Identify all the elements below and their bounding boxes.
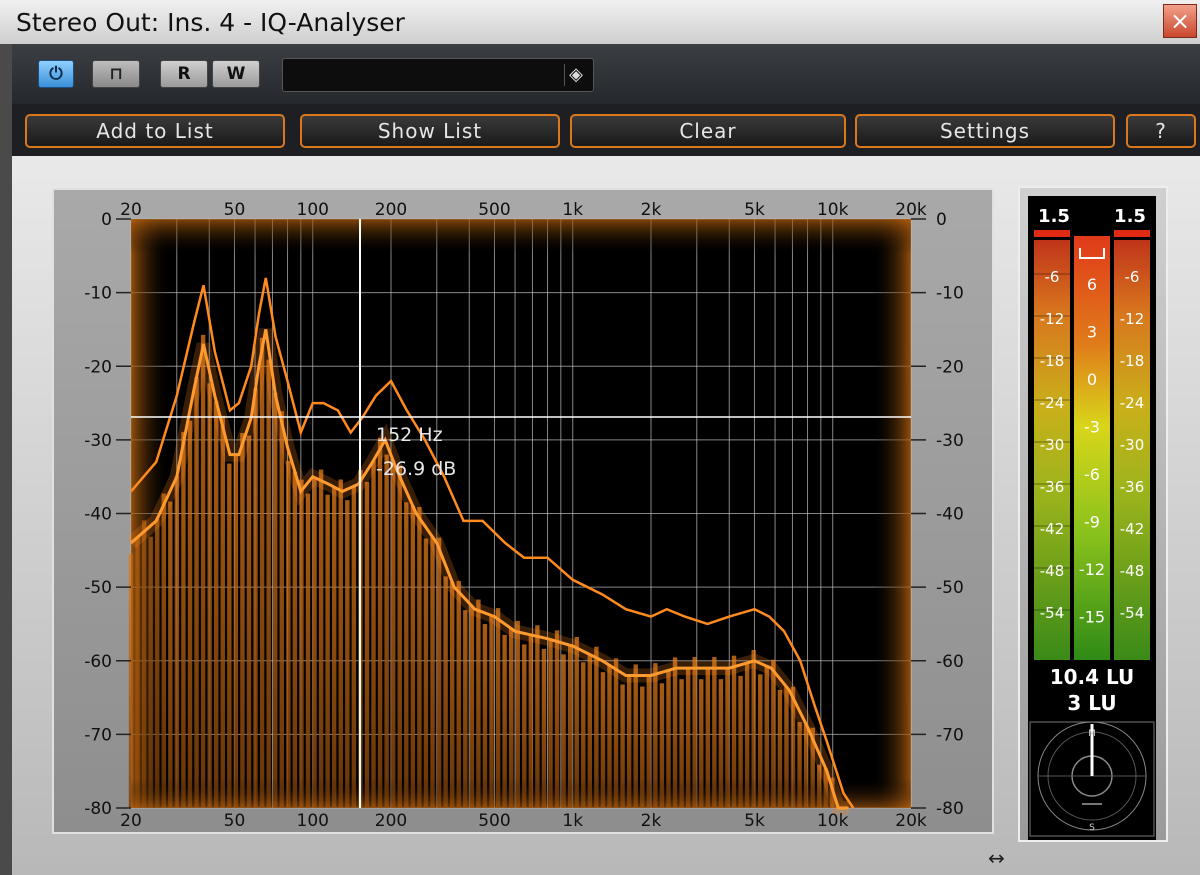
meter-scale-right: -48 (1120, 562, 1145, 580)
loudness-integrated: 3 LU (1067, 691, 1116, 715)
meter-scale-left: -18 (1040, 352, 1065, 370)
freq-tick-top: 500 (478, 200, 510, 220)
meter-scale-center: -6 (1084, 465, 1100, 484)
freq-tick-top: 2k (641, 200, 662, 220)
meter-scale-right: -18 (1120, 352, 1145, 370)
meter-scale-left: -24 (1040, 394, 1065, 412)
freq-tick-bottom: 200 (375, 811, 407, 831)
cursor-freq-label: 152 Hz (376, 424, 443, 446)
db-tick-left: -70 (84, 725, 112, 745)
db-tick-right: -60 (936, 652, 964, 672)
db-tick-left: -30 (84, 431, 112, 451)
gonio-label-bottom: S (1089, 823, 1095, 833)
freq-tick-bottom: 5k (744, 811, 765, 831)
clear-button[interactable]: Clear (570, 114, 846, 148)
db-tick-left: 0 (101, 210, 112, 230)
freq-tick-bottom: 2k (641, 811, 662, 831)
meter-scale-center: -3 (1084, 418, 1100, 437)
meter-scale-right: -36 (1120, 478, 1145, 496)
meter-scale-right: -24 (1120, 394, 1145, 412)
gonio-label-top: M (1088, 729, 1096, 739)
db-tick-right: -80 (936, 799, 964, 819)
meter-scale-left: -6 (1045, 268, 1060, 286)
db-tick-right: -20 (936, 357, 964, 377)
cursor-level-label: -26.9 dB (376, 458, 456, 480)
freq-tick-bottom: 1k (562, 811, 583, 831)
meter-scale-right: -12 (1120, 310, 1145, 328)
power-button[interactable]: ⏻ (38, 60, 74, 88)
freq-tick-top: 20 (120, 200, 142, 220)
spectrum-display[interactable]: 152 Hz -26.9 dB 20 20 50 50 100 100 200 200 500 50… (54, 190, 992, 832)
show-list-button[interactable]: Show List (300, 114, 560, 148)
db-tick-right: -50 (936, 578, 964, 598)
meter-scale-right: -6 (1125, 268, 1140, 286)
freq-tick-bottom: 20k (895, 811, 927, 831)
read-automation-button[interactable]: R (160, 60, 208, 88)
freq-tick-top: 20k (895, 200, 927, 220)
freq-tick-bottom: 500 (478, 811, 510, 831)
window-title: Stereo Out: Ins. 4 - IQ-Analyser (16, 8, 405, 37)
clip-led-right (1114, 230, 1150, 237)
freq-tick-bottom: 50 (224, 811, 246, 831)
meter-bar-center (1074, 236, 1110, 660)
db-tick-left: -20 (84, 357, 112, 377)
loudness-meter: 1.5 1.5 -6 -6-12 -12-18 -18-24 -24-30 -30-36-… (1028, 196, 1156, 840)
freq-tick-bottom: 10k (817, 811, 849, 831)
db-tick-left: -60 (84, 652, 112, 672)
plugin-toolbar: ⏻ ⊓ R W ◈ (12, 44, 1200, 104)
freq-tick-top: 5k (744, 200, 765, 220)
bypass-button[interactable]: ⊓ (92, 60, 140, 88)
freq-tick-top: 50 (224, 200, 246, 220)
meter-scale-center: -15 (1079, 608, 1105, 627)
freq-tick-top: 100 (297, 200, 329, 220)
db-tick-right: -10 (936, 284, 964, 304)
analyser-window: Stereo Out: Ins. 4 - IQ-Analyser × ⏻ ⊓ R… (0, 0, 1200, 875)
freq-tick-bottom: 100 (297, 811, 329, 831)
freq-tick-top: 10k (817, 200, 849, 220)
db-tick-right: -70 (936, 725, 964, 745)
peak-right: 1.5 (1114, 206, 1146, 227)
db-tick-right: -40 (936, 505, 964, 525)
loudness-short: 10.4 LU (1050, 665, 1135, 689)
bypass-icon: ⊓ (109, 64, 123, 84)
meter-scale-left: -42 (1040, 520, 1065, 538)
db-tick-left: -10 (84, 284, 112, 304)
meter-scale-center: -9 (1084, 513, 1100, 532)
meter-scale-left: -12 (1040, 310, 1065, 328)
meter-scale-right: -30 (1120, 436, 1145, 454)
meter-scale-left: -48 (1040, 562, 1065, 580)
analyser-toolbar: Add to List Show List Clear Settings ? (12, 104, 1200, 156)
preset-browser-icon[interactable]: ◈ (564, 64, 587, 86)
freq-tick-top: 1k (562, 200, 583, 220)
close-button[interactable]: × (1163, 4, 1197, 38)
meter-scale-left: -54 (1040, 604, 1065, 622)
meter-scale-right: -42 (1120, 520, 1145, 538)
host-edge (0, 44, 12, 875)
peak-left: 1.5 (1038, 206, 1070, 227)
write-automation-button[interactable]: W (212, 60, 260, 88)
meter-scale-center: -12 (1079, 560, 1105, 579)
db-tick-left: -80 (84, 799, 112, 819)
resize-handle[interactable]: ↔ (988, 846, 1005, 870)
power-icon: ⏻ (49, 64, 63, 84)
title-bar[interactable]: Stereo Out: Ins. 4 - IQ-Analyser × (0, 0, 1200, 44)
meter-scale-left: -30 (1040, 436, 1065, 454)
meter-scale-left: -36 (1040, 478, 1065, 496)
meter-scale-center: 0 (1087, 370, 1097, 389)
freq-tick-top: 200 (375, 200, 407, 220)
meter-scale-center: 3 (1087, 323, 1097, 342)
help-button[interactable]: ? (1126, 114, 1196, 148)
settings-button[interactable]: Settings (855, 114, 1115, 148)
edge-glow-v (131, 219, 911, 808)
add-to-list-button[interactable]: Add to List (25, 114, 285, 148)
freq-tick-bottom: 20 (120, 811, 142, 831)
db-tick-left: -40 (84, 505, 112, 525)
db-tick-left: -50 (84, 578, 112, 598)
meter-scale-right: -54 (1120, 604, 1145, 622)
db-tick-right: 0 (936, 210, 947, 230)
meter-scale-center: 6 (1087, 275, 1097, 294)
preset-field[interactable]: ◈ (282, 58, 594, 92)
db-tick-right: -30 (936, 431, 964, 451)
clip-led-left (1034, 230, 1070, 237)
